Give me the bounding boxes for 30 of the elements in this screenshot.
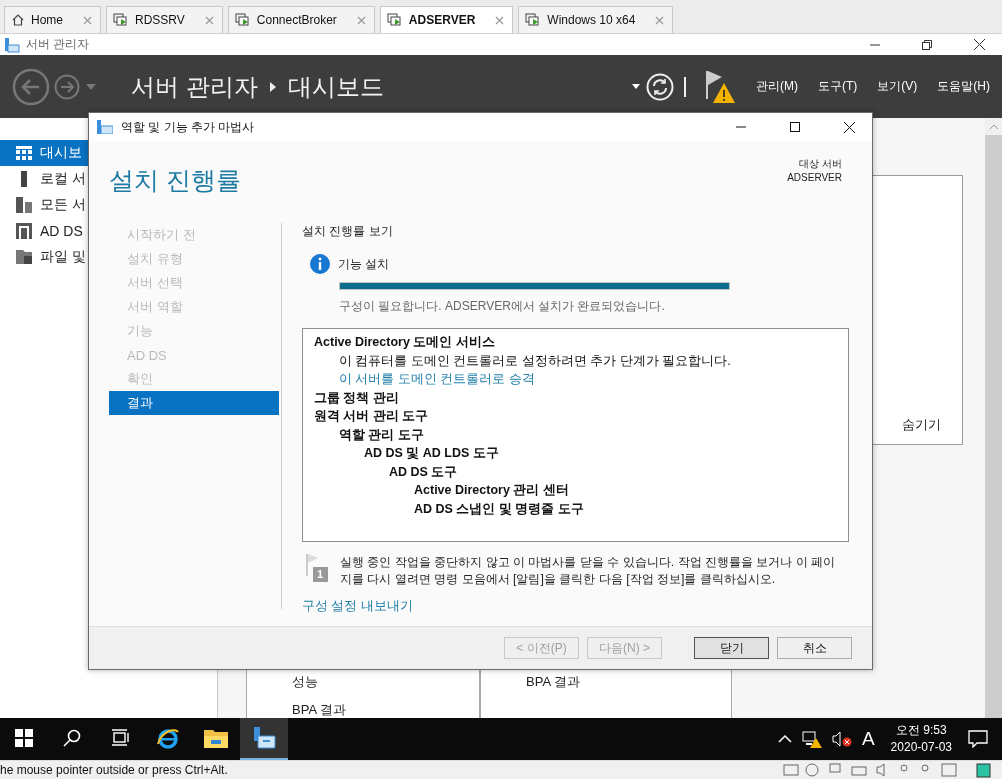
tab-label: ConnectBroker xyxy=(256,13,337,27)
dialog-title: 역할 및 기능 추가 마법사 xyxy=(121,118,256,136)
window-title: 서버 관리자 xyxy=(26,36,91,53)
tab-label: ADSERVER xyxy=(408,13,476,27)
section-title: 설치 진행률 보기 xyxy=(302,223,394,237)
feature-name: 그룹 정책 관리 xyxy=(314,389,400,407)
target-label: 대상 서버 xyxy=(799,157,842,171)
feature-name: 역할 관리 도구 xyxy=(339,426,425,444)
tab-label: Home xyxy=(31,13,63,27)
page-heading: 설치 진행률 xyxy=(109,165,241,196)
feature-name: AD DS 스냅인 및 명령줄 도구 xyxy=(414,500,585,518)
result-message: 이 컴퓨터를 도메인 컨트롤러로 설정하려면 추가 단계가 필요합니다. xyxy=(339,352,732,370)
tile-line: BPA 결과 xyxy=(292,701,347,718)
tab-label: Windows 10 x64 xyxy=(547,13,636,27)
breadcrumb: 대시보드 xyxy=(287,71,384,102)
breadcrumb: 서버 관리자 xyxy=(131,71,258,102)
tile-line: BPA 결과 xyxy=(526,673,581,691)
status-text: he mouse pointer outside or press Ctrl+Alt. xyxy=(0,763,229,777)
feature-name: AD DS 및 AD LDS 도구 xyxy=(364,445,500,462)
feature-name: Active Directory 관리 센터 xyxy=(414,482,570,499)
tab-label: RDSSRV xyxy=(135,13,185,27)
badge-count: 1 xyxy=(317,567,324,582)
feature-name: Active Directory 도메인 서비스 xyxy=(314,334,496,351)
feature-name: 원격 서버 관리 도구 xyxy=(314,408,430,425)
feature-name: AD DS 도구 xyxy=(389,463,459,481)
note-text: 실행 중인 작업을 중단하지 않고 이 마법사를 닫을 수 있습니다. 작업 진행률을 보거나 이 페이지를 다시 열려면 명령 모음에서 [알림]을 클릭한 다음 [작업 정보]를 클릭하십시오. xyxy=(340,554,837,588)
progress-label: 기능 설치 xyxy=(338,255,390,273)
target-server: ADSERVER xyxy=(787,171,842,185)
status-message: 구성이 필요합니다. ADSERVER에서 설치가 완료되었습니다. xyxy=(339,298,666,315)
tile-line: 성능 xyxy=(292,673,319,691)
